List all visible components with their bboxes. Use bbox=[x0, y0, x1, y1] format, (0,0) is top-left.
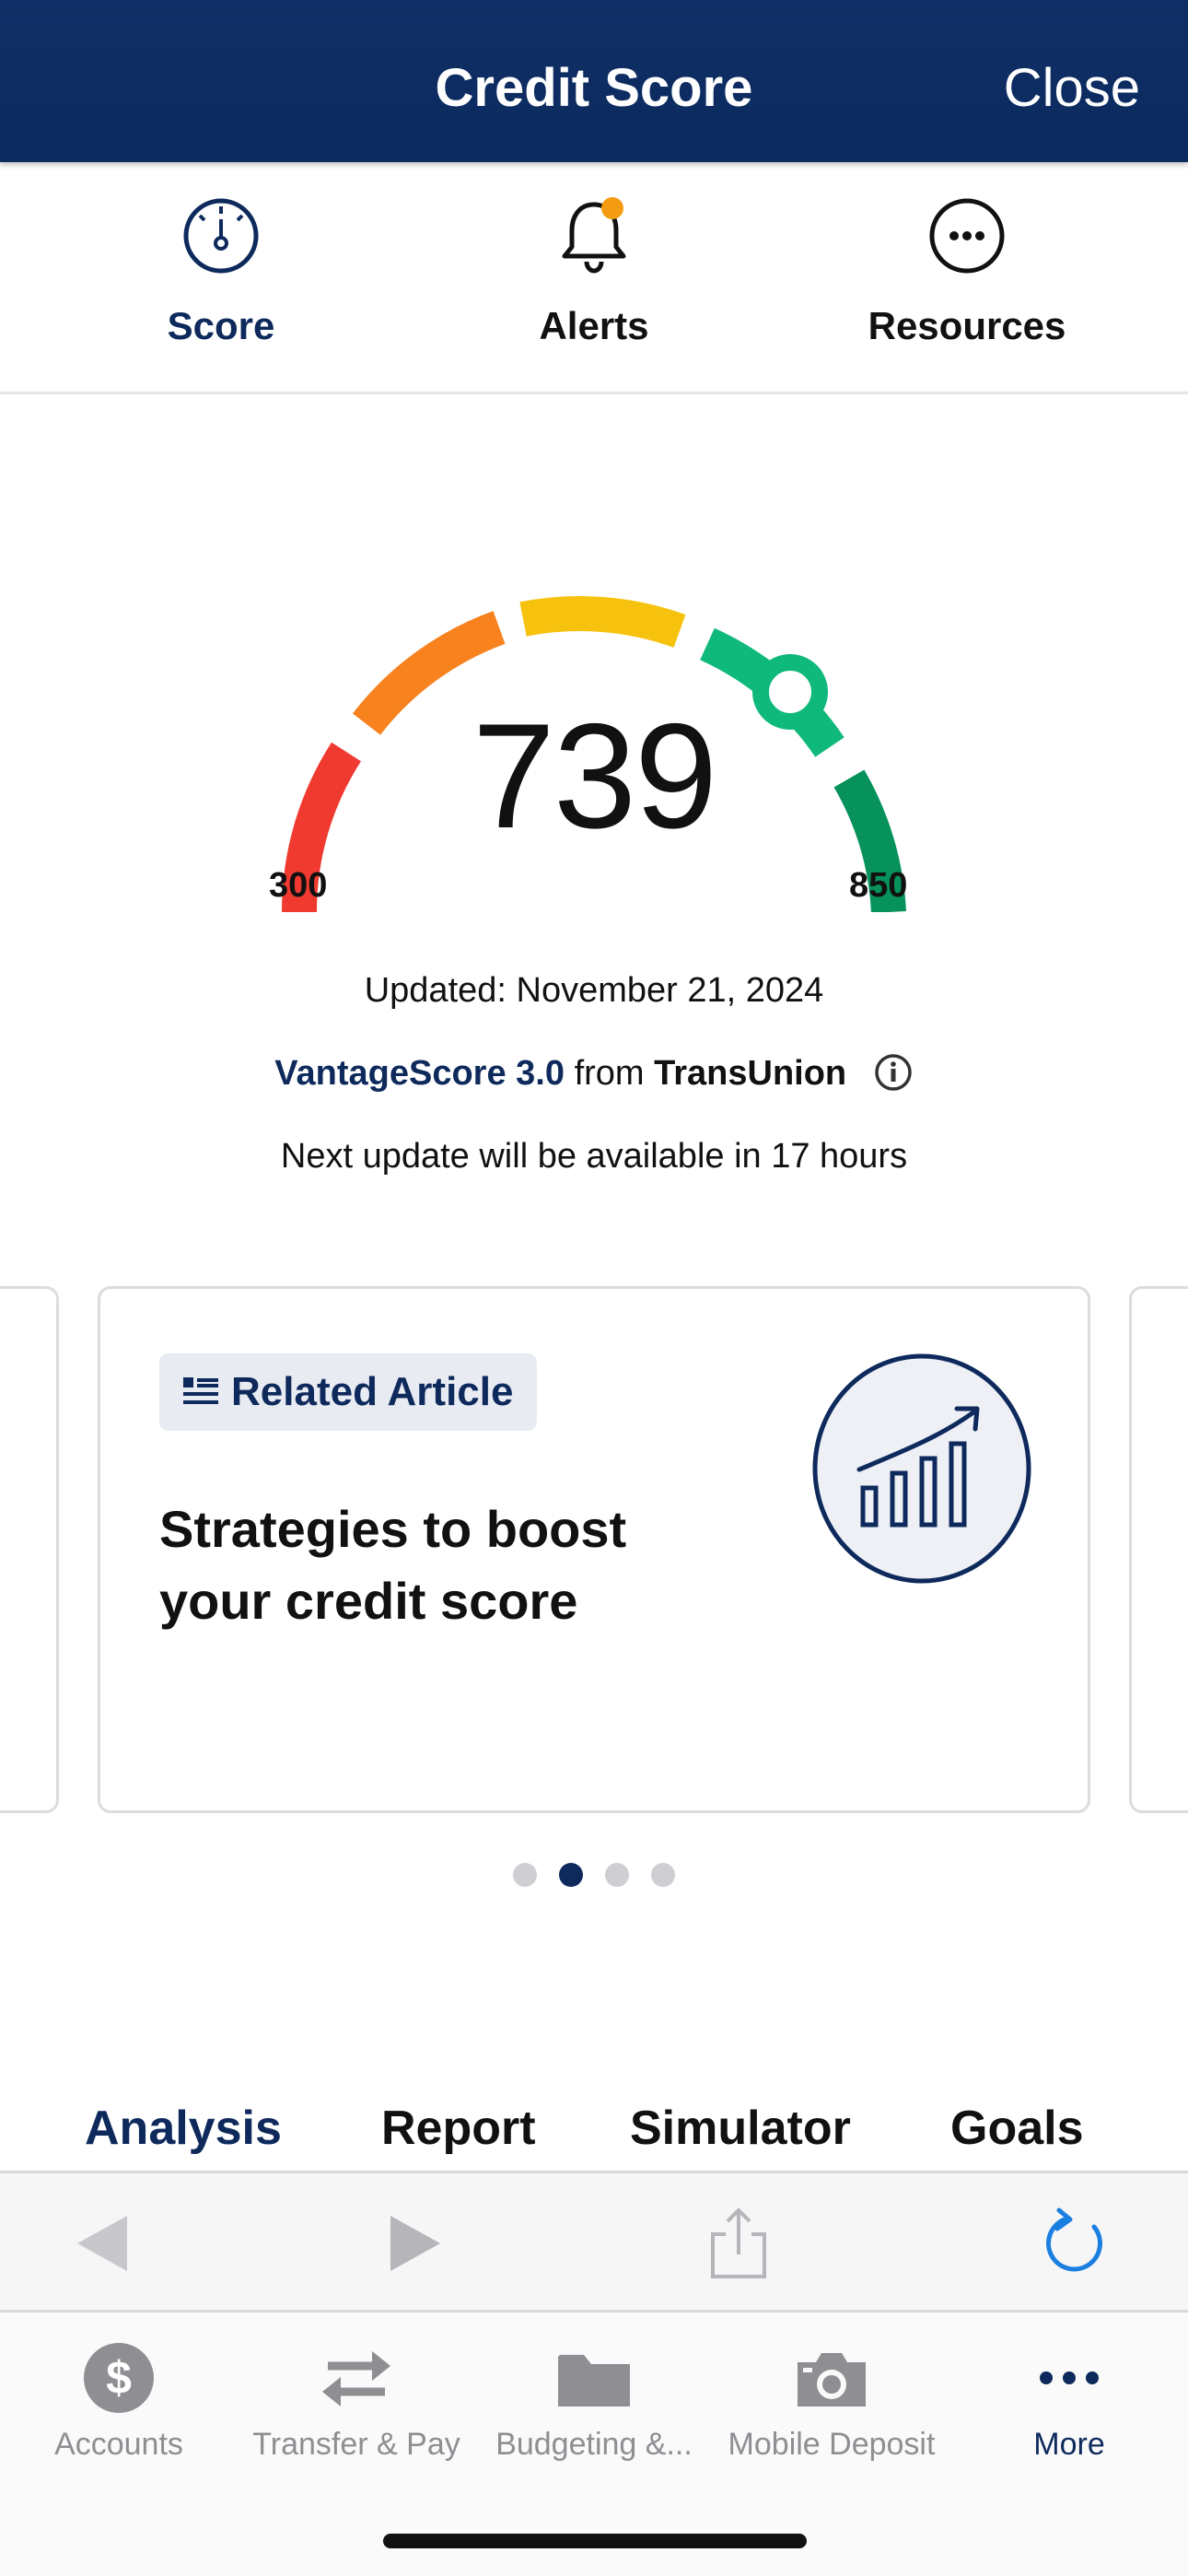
next-update-note: Next update will be available in 17 hour… bbox=[280, 1137, 908, 1176]
from-text: from bbox=[574, 1054, 645, 1093]
gauge-icon bbox=[183, 198, 259, 274]
score-source: VantageScore 3.0 from TransUnion bbox=[0, 1054, 1188, 1094]
nav-budgeting[interactable]: Budgeting &... bbox=[475, 2313, 713, 2497]
top-tab-bar: Score Alerts Resources bbox=[0, 162, 1188, 394]
close-button[interactable]: Close bbox=[1004, 57, 1140, 119]
svg-text:$: $ bbox=[106, 2352, 132, 2404]
carousel-card-next[interactable] bbox=[1129, 1286, 1188, 1813]
nav-transfer-pay-label: Transfer & Pay bbox=[252, 2427, 460, 2462]
gauge-min-label: 300 bbox=[269, 866, 328, 905]
refresh-icon[interactable] bbox=[1037, 2207, 1111, 2280]
alert-badge bbox=[601, 197, 623, 219]
share-icon[interactable] bbox=[702, 2207, 775, 2280]
tab-analysis[interactable]: Analysis bbox=[85, 2101, 282, 2156]
more-circle-icon bbox=[929, 198, 1005, 274]
carousel-page-indicator[interactable] bbox=[0, 1863, 1188, 1891]
nav-transfer-pay[interactable]: Transfer & Pay bbox=[238, 2313, 475, 2497]
back-arrow-icon[interactable] bbox=[66, 2207, 140, 2280]
carousel-card-related-article[interactable]: Related Article Strategies to boost your… bbox=[98, 1286, 1090, 1813]
camera-icon bbox=[798, 2353, 866, 2406]
transfer-icon bbox=[322, 2351, 390, 2406]
page-dot[interactable] bbox=[605, 1863, 629, 1887]
forward-arrow-icon[interactable] bbox=[378, 2207, 451, 2280]
gauge-max-label: 850 bbox=[849, 866, 908, 905]
info-icon[interactable] bbox=[873, 1052, 914, 1093]
updated-date: Updated: November 21, 2024 bbox=[364, 971, 824, 1010]
growth-chart-icon bbox=[812, 1353, 1031, 1584]
bell-icon bbox=[562, 197, 626, 274]
tab-alerts[interactable]: Alerts bbox=[410, 162, 778, 392]
nav-accounts-label: Accounts bbox=[54, 2427, 183, 2462]
tab-resources-label: Resources bbox=[868, 304, 1066, 347]
article-title[interactable]: Strategies to boost your credit score bbox=[159, 1493, 730, 1637]
gauge-segment-good bbox=[519, 596, 686, 648]
tab-goals[interactable]: Goals bbox=[950, 2101, 1084, 2156]
vantage-score-model: VantageScore 3.0 bbox=[274, 1054, 565, 1093]
app-header: Credit Score Close bbox=[0, 0, 1188, 162]
section-tab-bar: Analysis Report Simulator Goals bbox=[0, 2101, 1188, 2167]
dollar-icon: $ bbox=[84, 2343, 154, 2413]
tab-report[interactable]: Report bbox=[381, 2101, 536, 2156]
page-dot[interactable] bbox=[513, 1863, 537, 1887]
tab-score-label: Score bbox=[167, 304, 275, 347]
related-article-badge: Related Article bbox=[159, 1353, 538, 1431]
nav-more[interactable]: More bbox=[950, 2313, 1188, 2497]
nav-mobile-deposit[interactable]: Mobile Deposit bbox=[713, 2313, 950, 2497]
tab-score[interactable]: Score bbox=[37, 162, 405, 392]
bureau-name: TransUnion bbox=[654, 1054, 847, 1093]
tab-resources[interactable]: Resources bbox=[783, 162, 1151, 392]
folder-icon bbox=[558, 2355, 630, 2406]
home-indicator[interactable] bbox=[383, 2534, 807, 2548]
browser-toolbar bbox=[0, 2171, 1188, 2313]
page-dot-active[interactable] bbox=[559, 1863, 583, 1887]
tab-simulator[interactable]: Simulator bbox=[630, 2101, 851, 2156]
credit-score-gauge: 739 300 850 bbox=[0, 396, 1188, 1225]
credit-score-value: 739 bbox=[472, 693, 717, 860]
article-icon bbox=[183, 1377, 218, 1404]
page-dot[interactable] bbox=[651, 1863, 675, 1887]
more-dots-icon bbox=[1040, 2371, 1099, 2384]
nav-budgeting-label: Budgeting &... bbox=[495, 2427, 693, 2462]
nav-accounts[interactable]: $ Accounts bbox=[0, 2313, 238, 2497]
badge-label: Related Article bbox=[231, 1369, 514, 1414]
tab-alerts-label: Alerts bbox=[539, 304, 649, 347]
nav-more-label: More bbox=[1033, 2427, 1105, 2462]
carousel-card-previous[interactable] bbox=[0, 1286, 59, 1813]
nav-mobile-deposit-label: Mobile Deposit bbox=[728, 2427, 936, 2462]
